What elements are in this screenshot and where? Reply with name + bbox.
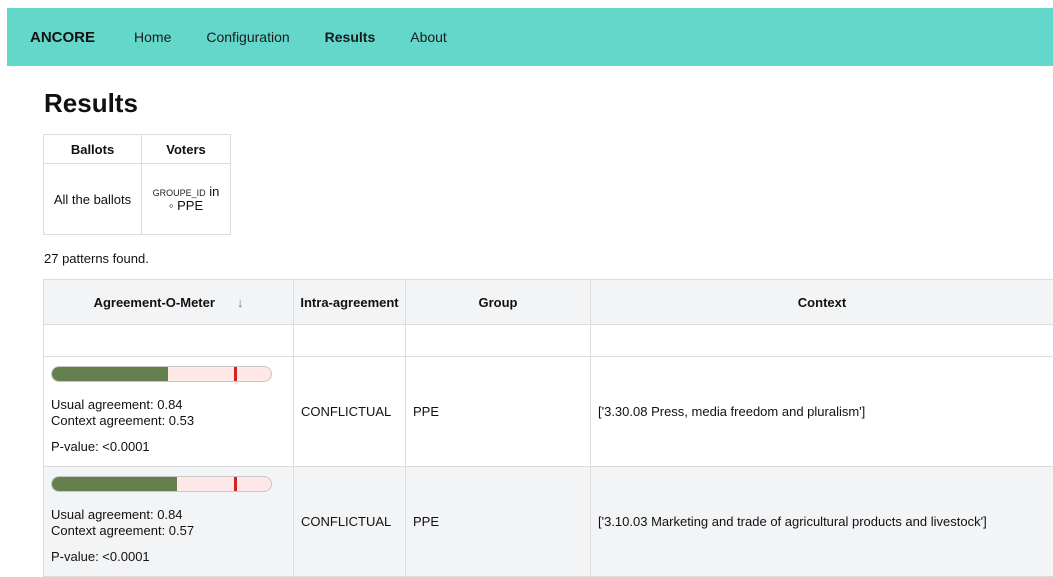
context-agreement-fill	[52, 367, 168, 381]
usual-agreement-marker	[234, 477, 237, 491]
intra-agreement-cell: CONFLICTUAL	[294, 357, 406, 467]
voters-list-item: ◦ PPE	[169, 198, 203, 213]
column-header-group[interactable]: Group	[406, 280, 591, 325]
nav-home[interactable]: Home	[134, 29, 171, 45]
usual-agreement-marker	[234, 367, 237, 381]
filters-table: Ballots Voters All the ballots GROUPE_ID…	[43, 134, 231, 235]
voters-value: GROUPE_ID in ◦ PPE	[142, 164, 231, 235]
ballots-value: All the ballots	[44, 164, 142, 235]
voters-item-value: PPE	[177, 198, 203, 213]
column-header-agreement[interactable]: Agreement-O-Meter ↓	[44, 280, 294, 325]
navbar: ANCORE Home Configuration Results About	[7, 8, 1053, 66]
filter-cell	[294, 325, 406, 357]
filter-cell	[44, 325, 294, 357]
voters-operator: in	[209, 184, 219, 199]
context-agreement-fill	[52, 477, 177, 491]
patterns-count: 27 patterns found.	[44, 251, 149, 266]
nav-results[interactable]: Results	[325, 29, 376, 45]
column-header-intra[interactable]: Intra-agreement	[294, 280, 406, 325]
context-cell: ['3.10.03 Marketing and trade of agricul…	[591, 467, 1053, 577]
table-row[interactable]: Usual agreement: 0.84 Context agreement:…	[44, 467, 1053, 577]
table-row[interactable]: Usual agreement: 0.84 Context agreement:…	[44, 357, 1053, 467]
agreement-meter	[51, 366, 272, 382]
results-table: Agreement-O-Meter ↓ Intra-agreement Group…	[43, 279, 1053, 577]
usual-agreement-text: Usual agreement: 0.84	[51, 507, 286, 523]
filter-row	[44, 325, 1053, 357]
pvalue-text: P-value: <0.0001	[51, 549, 286, 565]
brand-logo[interactable]: ANCORE	[30, 29, 95, 46]
agreement-cell: Usual agreement: 0.84 Context agreement:…	[44, 357, 294, 467]
column-header-agreement-label: Agreement-O-Meter	[94, 295, 215, 310]
voters-attribute: GROUPE_ID	[153, 188, 206, 198]
sort-arrow-down-icon[interactable]: ↓	[237, 295, 244, 310]
context-cell: ['3.30.08 Press, media freedom and plura…	[591, 357, 1053, 467]
page-title: Results	[44, 88, 138, 119]
filter-cell	[406, 325, 591, 357]
column-header-context[interactable]: Context	[591, 280, 1053, 325]
intra-agreement-cell: CONFLICTUAL	[294, 467, 406, 577]
context-agreement-text: Context agreement: 0.57	[51, 523, 286, 539]
usual-agreement-text: Usual agreement: 0.84	[51, 397, 286, 413]
agreement-meter	[51, 476, 272, 492]
pvalue-text: P-value: <0.0001	[51, 439, 286, 455]
filter-cell	[591, 325, 1053, 357]
nav-configuration[interactable]: Configuration	[206, 29, 289, 45]
context-agreement-text: Context agreement: 0.53	[51, 413, 286, 429]
nav-about[interactable]: About	[410, 29, 447, 45]
group-cell: PPE	[406, 357, 591, 467]
ballots-header: Ballots	[44, 135, 142, 164]
voters-header: Voters	[142, 135, 231, 164]
group-cell: PPE	[406, 467, 591, 577]
agreement-cell: Usual agreement: 0.84 Context agreement:…	[44, 467, 294, 577]
